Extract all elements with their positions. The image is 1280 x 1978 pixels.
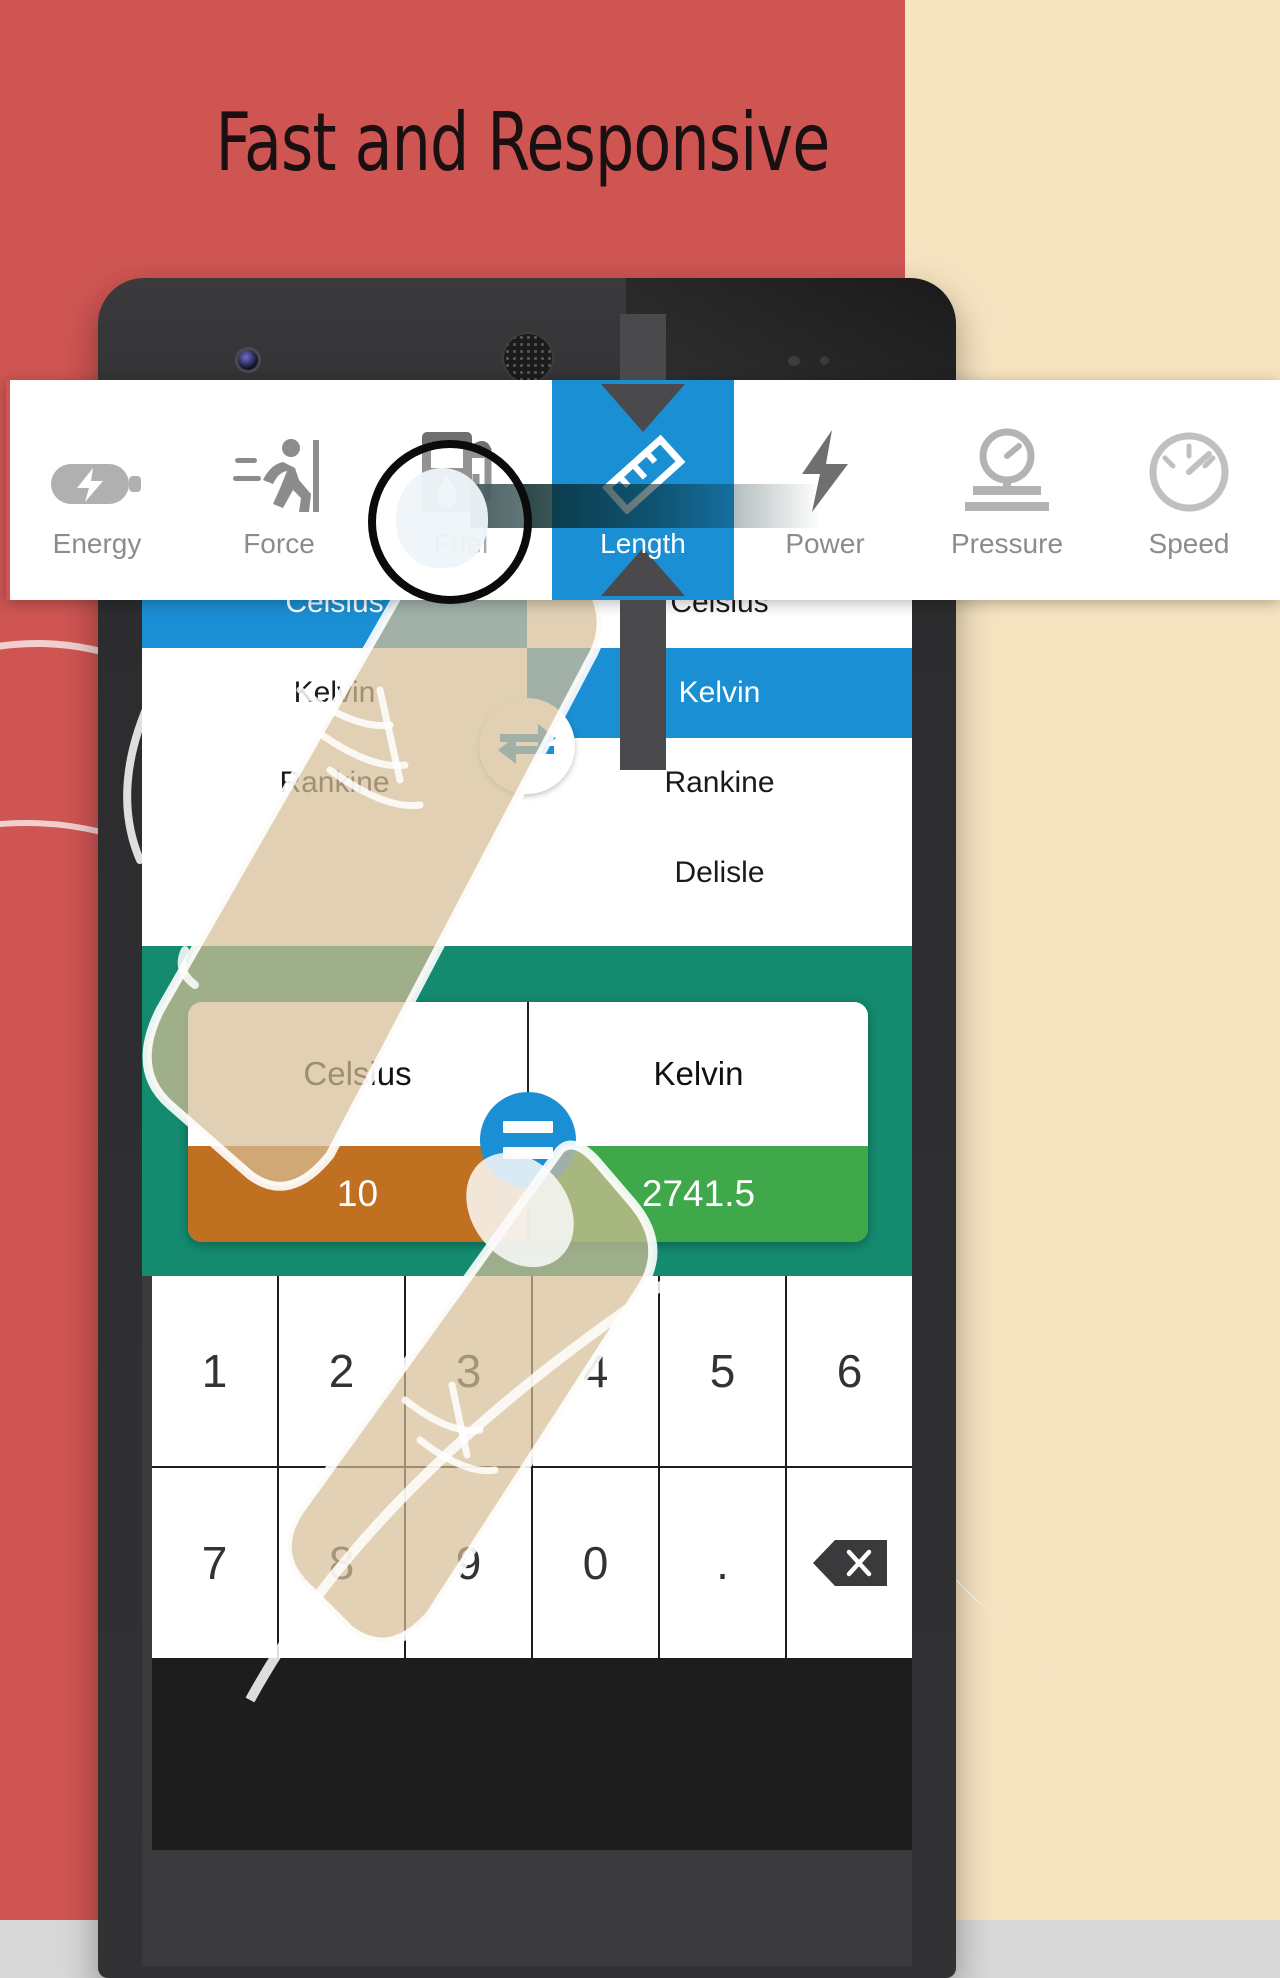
pressure-gauge-icon — [961, 424, 1053, 514]
tab-label: Speed — [1148, 528, 1230, 559]
tab-label: Pressure — [950, 528, 1064, 559]
result-from-column: Celsius 10 — [188, 1002, 527, 1242]
key-3[interactable]: 3 — [406, 1276, 531, 1466]
swap-units-button[interactable] — [479, 698, 575, 794]
tab-label: Energy — [52, 528, 142, 559]
result-to-column: Kelvin 2741.5 — [529, 1002, 868, 1242]
result-from-value[interactable]: 10 — [188, 1146, 527, 1242]
equals-button[interactable] — [480, 1092, 576, 1188]
key-6[interactable]: 6 — [787, 1276, 912, 1466]
list-item[interactable]: Rankine — [142, 738, 527, 828]
battery-bolt-icon — [49, 424, 145, 514]
phone-screen: Fahrenheit Celsius Kelvin Rankine Fahren… — [142, 406, 912, 1966]
backspace-icon — [811, 1538, 889, 1588]
conversion-result-card: Celsius 10 Kelvin 2741.5 — [188, 1002, 868, 1242]
tab-label: Length — [600, 528, 686, 559]
speedometer-icon — [1143, 424, 1235, 514]
key-9[interactable]: 9 — [406, 1468, 531, 1658]
result-from-unit: Celsius — [188, 1002, 527, 1146]
result-to-unit: Kelvin — [529, 1002, 868, 1146]
tab-speed[interactable]: Speed — [1098, 380, 1280, 600]
key-1[interactable]: 1 — [152, 1276, 277, 1466]
key-2[interactable]: 2 — [279, 1276, 404, 1466]
swap-arrows-icon — [496, 718, 558, 775]
key-backspace[interactable] — [787, 1468, 912, 1658]
page-title: Fast and Responsive — [215, 96, 831, 189]
result-to-value[interactable]: 2741.5 — [529, 1146, 868, 1242]
pointer-arrow-down-shaft — [620, 600, 666, 770]
tab-force[interactable]: Force — [188, 380, 370, 600]
earpiece-speaker-icon — [504, 334, 552, 382]
key-5[interactable]: 5 — [660, 1276, 785, 1466]
front-camera-icon — [238, 350, 258, 370]
light-sensor-icon — [820, 356, 829, 365]
key-decimal[interactable]: . — [660, 1468, 785, 1658]
tab-label: Power — [785, 528, 865, 559]
runner-icon — [233, 424, 325, 514]
equals-icon — [503, 1121, 553, 1159]
list-item[interactable]: Rankine — [527, 738, 912, 828]
tab-pressure[interactable]: Pressure — [916, 380, 1098, 600]
list-item[interactable]: Kelvin — [142, 648, 527, 738]
tab-energy[interactable]: Energy — [6, 380, 188, 600]
list-item[interactable]: Delisle — [527, 828, 912, 918]
key-4[interactable]: 4 — [533, 1276, 658, 1466]
pointer-arrow-up-shaft — [620, 314, 666, 380]
numeric-keypad: 1 2 3 4 5 6 7 8 9 0 . — [142, 1276, 912, 1966]
touch-fingertip — [396, 468, 488, 568]
tab-label: Force — [243, 528, 315, 559]
list-item[interactable]: Kelvin — [527, 648, 912, 738]
key-0[interactable]: 0 — [533, 1468, 658, 1658]
proximity-sensor-icon — [788, 356, 800, 366]
key-8[interactable]: 8 — [279, 1468, 404, 1658]
key-7[interactable]: 7 — [152, 1468, 277, 1658]
